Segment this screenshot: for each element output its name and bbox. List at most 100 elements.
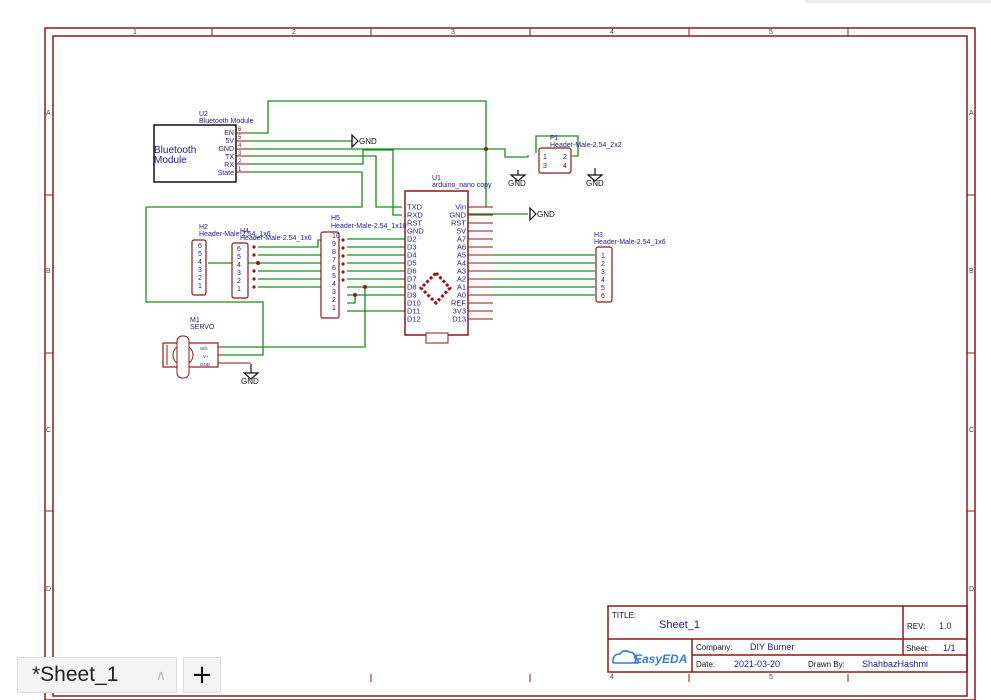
u2-pin-5v: 5V bbox=[225, 138, 234, 145]
h3-name: Header-Male-2.54_1x6 bbox=[594, 239, 666, 246]
col-label-5: 5 bbox=[769, 29, 773, 36]
date-label: Date: bbox=[696, 660, 715, 669]
h5-pin: 3 bbox=[332, 289, 336, 296]
h2-pin: 3 bbox=[198, 267, 202, 274]
row-label-a: A bbox=[46, 110, 51, 117]
h4-pin: 5 bbox=[237, 254, 241, 261]
u1-pin-d12: D12 bbox=[407, 315, 421, 324]
date-value: 2021-03-20 bbox=[734, 659, 780, 669]
p1-pin: 3 bbox=[543, 163, 547, 170]
p1-pin: 2 bbox=[563, 154, 567, 161]
component-u2[interactable]: U2 Bluetooth Module Bluetooth Module EN … bbox=[153, 111, 254, 183]
gnd-label: GND bbox=[537, 210, 555, 219]
gnd-symbol-u2 bbox=[351, 133, 359, 149]
sheet-number-value: 1/1 bbox=[943, 643, 956, 653]
u2-ref: U2 bbox=[199, 111, 208, 118]
u2-pin-number: 6 bbox=[238, 127, 242, 133]
u1-name: arduino_nano copy bbox=[432, 182, 492, 189]
col-label-3: 3 bbox=[451, 29, 455, 36]
easyeda-logo-text: EasyEDA bbox=[634, 652, 687, 666]
u2-pin-rx: RX bbox=[224, 162, 234, 169]
u2-pin-gnd: GND bbox=[218, 146, 234, 153]
h4-name: Header-Male-2.54_1x6 bbox=[240, 235, 312, 242]
h5-pin: 2 bbox=[332, 297, 336, 304]
drawn-by-label: Drawn By: bbox=[808, 660, 845, 669]
h3-ref: H3 bbox=[594, 232, 603, 239]
h2-pin: 2 bbox=[198, 275, 202, 282]
h5-ref: H5 bbox=[331, 215, 340, 222]
p1-pin: 4 bbox=[563, 163, 567, 170]
u1-pin-d13: D13 bbox=[452, 315, 466, 324]
col-label-1: 1 bbox=[133, 29, 137, 36]
title-block: TITLE: Sheet_1 REV: 1.0 Company: DIY Bur… bbox=[607, 605, 968, 673]
sheet-tab-bar: *Sheet_1 ∧ + bbox=[17, 657, 221, 693]
h5-pin: 1 bbox=[332, 305, 336, 312]
gnd-label: GND bbox=[508, 179, 526, 188]
h4-pin: 1 bbox=[237, 286, 241, 293]
h3-pin: 3 bbox=[601, 269, 605, 276]
u2-pin-tx: TX bbox=[225, 154, 234, 161]
schematic-canvas[interactable]: 1 2 3 4 5 4 5 A B C D A B C D GND GND GN… bbox=[0, 0, 991, 700]
h4-pin: 3 bbox=[237, 270, 241, 277]
tab-sheet-1[interactable]: *Sheet_1 ∧ bbox=[17, 657, 177, 693]
u2-pin-number: 5 bbox=[238, 135, 242, 141]
h5-pin: 8 bbox=[332, 249, 336, 256]
row-label-c: C bbox=[46, 427, 51, 434]
h4-ref: H4 bbox=[240, 228, 249, 235]
component-h5[interactable]: H5 Header-Male-2.54_1x10 10987654321 bbox=[320, 215, 407, 319]
h5-pin: 7 bbox=[332, 257, 336, 264]
title-label: TITLE: bbox=[612, 611, 636, 620]
col-label-4: 4 bbox=[610, 29, 614, 36]
row-label-a-right: A bbox=[969, 110, 974, 117]
add-sheet-button[interactable]: + bbox=[183, 657, 221, 693]
rev-value: 1.0 bbox=[939, 621, 952, 631]
h3-pin: 1 bbox=[601, 253, 605, 260]
row-label-b: B bbox=[46, 268, 51, 275]
component-h3[interactable]: H3 Header-Male-2.54_1x6 123456 bbox=[594, 232, 666, 303]
h3-pin: 5 bbox=[601, 285, 605, 292]
col-label-2: 2 bbox=[292, 29, 296, 36]
m1-pin-gnd: GND bbox=[200, 362, 211, 367]
component-p1[interactable]: P1 Header-Male-2.54_2x2 1 2 3 4 bbox=[538, 135, 622, 174]
h2-pin: 1 bbox=[198, 283, 202, 290]
u1-ref: U1 bbox=[432, 175, 441, 182]
row-label-d-right: D bbox=[969, 586, 974, 593]
m1-pin-vplus: V+ bbox=[203, 354, 209, 359]
row-label-b-right: B bbox=[969, 268, 974, 275]
chevron-up-icon[interactable]: ∧ bbox=[156, 667, 166, 684]
h4-pin: 6 bbox=[237, 246, 241, 253]
gnd-label: GND bbox=[586, 179, 604, 188]
easyeda-logo: EasyEDA bbox=[611, 650, 687, 666]
m1-ref: M1 bbox=[190, 317, 200, 324]
drawn-by-value: ShahbazHashmi bbox=[862, 659, 928, 669]
h4-pin: 4 bbox=[237, 262, 241, 269]
h5-pin: 10 bbox=[332, 233, 340, 240]
gnd-label: GND bbox=[359, 137, 377, 146]
u2-name: Bluetooth Module bbox=[199, 118, 254, 125]
h5-pin: 6 bbox=[332, 265, 336, 272]
col-label-5-bottom: 5 bbox=[769, 674, 773, 681]
rev-label: REV: bbox=[907, 622, 925, 631]
h3-pin: 2 bbox=[601, 261, 605, 268]
m1-name: SERVO bbox=[190, 324, 215, 331]
h3-pin: 6 bbox=[601, 293, 605, 300]
h3-pin: 4 bbox=[601, 277, 605, 284]
h4-pin: 2 bbox=[237, 278, 241, 285]
tab-label: *Sheet_1 bbox=[32, 663, 119, 686]
row-label-c-right: C bbox=[969, 427, 974, 434]
p1-name: Header-Male-2.54_2x2 bbox=[550, 142, 622, 149]
h2-pin: 6 bbox=[198, 243, 202, 250]
company-label: Company: bbox=[696, 643, 732, 652]
h2-ref: H2 bbox=[199, 224, 208, 231]
h2-pin: 4 bbox=[198, 259, 202, 266]
gnd-symbol-u1 bbox=[529, 206, 537, 222]
sheet-number-label: Sheet: bbox=[906, 644, 929, 653]
u2-body-label-2: Module bbox=[154, 155, 187, 166]
h5-pin: 9 bbox=[332, 241, 336, 248]
h5-name: Header-Male-2.54_1x10 bbox=[331, 223, 407, 230]
component-u1[interactable]: U1 arduino_nano copy TXDRXDRSTGNDD2D3D4D… bbox=[404, 175, 493, 344]
p1-ref: P1 bbox=[550, 135, 559, 142]
company-value: DIY Burner bbox=[750, 642, 794, 652]
u2-pin-en: EN bbox=[224, 130, 234, 137]
u2-pin-state: State bbox=[218, 170, 234, 177]
